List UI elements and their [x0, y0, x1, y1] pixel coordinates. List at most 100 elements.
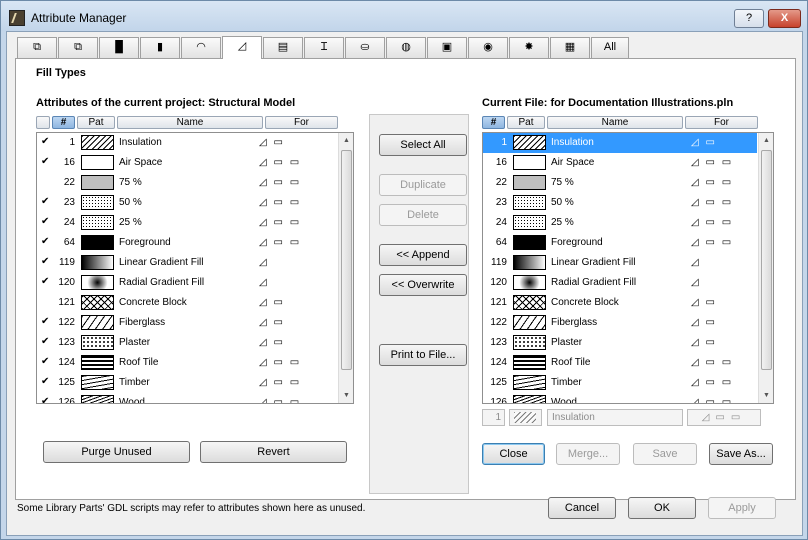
- tab-surfaces[interactable]: ◍: [386, 37, 426, 58]
- right-name-column-header[interactable]: Name: [547, 116, 683, 129]
- left-list-scrollbar[interactable]: ▲ ▼: [338, 133, 353, 403]
- edit-for-toggles[interactable]: ◿▭▭: [687, 409, 761, 426]
- tab-pens[interactable]: ▐▌: [99, 37, 139, 58]
- list-item[interactable]: 120 Radial Gradient Fill ◿: [483, 273, 757, 293]
- left-column-headers: # Pat Name For: [36, 116, 340, 129]
- merge-button[interactable]: Merge...: [556, 443, 620, 465]
- help-button[interactable]: ?: [734, 9, 764, 28]
- left-check-column-header[interactable]: [36, 116, 50, 129]
- scroll-down-arrow-icon[interactable]: ▼: [759, 388, 773, 403]
- tab-building-materials[interactable]: ⛀: [345, 37, 385, 58]
- list-item[interactable]: 24 25 % ◿ ▭ ▭: [483, 213, 757, 233]
- select-all-button[interactable]: Select All: [379, 134, 467, 156]
- fill-pattern-swatch: [513, 295, 546, 310]
- purge-unused-button[interactable]: Purge Unused: [43, 441, 190, 463]
- left-name-column-header[interactable]: Name: [117, 116, 263, 129]
- tab-profiles[interactable]: Ɪ: [304, 37, 344, 58]
- overwrite-button[interactable]: << Overwrite: [379, 274, 467, 296]
- list-item[interactable]: ✔ 24 25 % ◿ ▭ ▭: [37, 213, 337, 233]
- fill-name: Air Space: [551, 157, 595, 168]
- list-item[interactable]: ✔ 23 50 % ◿ ▭ ▭: [37, 193, 337, 213]
- save-as-button[interactable]: Save As...: [709, 443, 773, 465]
- print-to-file-button[interactable]: Print to File...: [379, 344, 467, 366]
- right-pat-column-header[interactable]: Pat: [507, 116, 545, 129]
- fill-usage-icons: ◿: [691, 277, 701, 288]
- list-item[interactable]: ✔ 125 Timber ◿ ▭ ▭: [37, 373, 337, 393]
- list-item[interactable]: ✔ 122 Fiberglass ◿ ▭: [37, 313, 337, 333]
- close-window-button[interactable]: X: [768, 9, 801, 28]
- revert-button[interactable]: Revert: [200, 441, 347, 463]
- tab-zone-categories[interactable]: ▣: [427, 37, 467, 58]
- footer-note: Some Library Parts' GDL scripts may refe…: [17, 503, 366, 514]
- list-item[interactable]: 122 Fiberglass ◿ ▭: [483, 313, 757, 333]
- list-item[interactable]: 126 Wood ◿ ▭ ▭: [483, 393, 757, 403]
- close-button[interactable]: Close: [482, 443, 545, 465]
- list-item[interactable]: ✔ 120 Radial Gradient Fill ◿: [37, 273, 337, 293]
- fill-pattern-swatch: [81, 315, 114, 330]
- fill-index: 1: [501, 137, 507, 148]
- right-num-column-header[interactable]: #: [482, 116, 505, 129]
- list-item[interactable]: ✔ 64 Foreground ◿ ▭ ▭: [37, 233, 337, 253]
- fill-pattern-swatch: [81, 135, 114, 150]
- scroll-up-arrow-icon[interactable]: ▲: [759, 133, 773, 148]
- tab-fill-1[interactable]: ◠: [181, 37, 221, 58]
- left-pat-column-header[interactable]: Pat: [77, 116, 115, 129]
- list-item[interactable]: ✔ 16 Air Space ◿ ▭ ▭: [37, 153, 337, 173]
- title-bar[interactable]: Attribute Manager ? X: [1, 1, 807, 31]
- window-title: Attribute Manager: [31, 11, 127, 25]
- left-attribute-list[interactable]: ▲ ▼ ✔ 1 Insulation ◿ ▭ ✔ 16 Air Space ◿ ▭ ▭ 22 75…: [36, 132, 354, 404]
- tab-linetypes[interactable]: ▮: [140, 37, 180, 58]
- list-item[interactable]: 119 Linear Gradient Fill ◿: [483, 253, 757, 273]
- list-item[interactable]: ✔ 1 Insulation ◿ ▭: [37, 133, 337, 153]
- right-attribute-list[interactable]: ▲ ▼ 1 Insulation ◿ ▭ 16 Air Space ◿ ▭ ▭ 22 75 %…: [482, 132, 774, 404]
- tab-layers[interactable]: ⧉: [17, 37, 57, 58]
- tab-fill-types[interactable]: ◿: [222, 36, 262, 59]
- right-for-column-header[interactable]: For: [685, 116, 758, 129]
- list-item[interactable]: 123 Plaster ◿ ▭: [483, 333, 757, 353]
- list-item[interactable]: 64 Foreground ◿ ▭ ▭: [483, 233, 757, 253]
- list-item[interactable]: 1 Insulation ◿ ▭: [483, 133, 757, 153]
- list-item[interactable]: 16 Air Space ◿ ▭ ▭: [483, 153, 757, 173]
- scroll-down-arrow-icon[interactable]: ▼: [339, 388, 353, 403]
- tab-composites[interactable]: ▤: [263, 37, 303, 58]
- fill-usage-icons: ◿ ▭ ▭: [259, 397, 302, 404]
- left-for-column-header[interactable]: For: [265, 116, 338, 129]
- list-item[interactable]: 22 75 % ◿ ▭ ▭: [483, 173, 757, 193]
- ok-button[interactable]: OK: [628, 497, 696, 519]
- list-item[interactable]: ✔ 123 Plaster ◿ ▭: [37, 333, 337, 353]
- tab-layer-combinations[interactable]: ⧉: [58, 37, 98, 58]
- list-item[interactable]: 23 50 % ◿ ▭ ▭: [483, 193, 757, 213]
- delete-button[interactable]: Delete: [379, 204, 467, 226]
- cancel-button[interactable]: Cancel: [548, 497, 616, 519]
- list-item[interactable]: ✔ 124 Roof Tile ◿ ▭ ▭: [37, 353, 337, 373]
- edit-pattern-field[interactable]: [509, 409, 542, 426]
- fill-name: 50 %: [551, 197, 574, 208]
- fill-name: 25 %: [119, 217, 142, 228]
- right-list-scrollbar[interactable]: ▲ ▼: [758, 133, 773, 403]
- list-item[interactable]: 121 Concrete Block ◿ ▭: [483, 293, 757, 313]
- scroll-thumb[interactable]: [341, 150, 352, 370]
- list-item[interactable]: 124 Roof Tile ◿ ▭ ▭: [483, 353, 757, 373]
- list-item[interactable]: 22 75 % ◿ ▭ ▭: [37, 173, 337, 193]
- list-item[interactable]: ✔ 119 Linear Gradient Fill ◿: [37, 253, 337, 273]
- append-button[interactable]: << Append: [379, 244, 467, 266]
- fill-pattern-swatch: [81, 375, 114, 390]
- scroll-up-arrow-icon[interactable]: ▲: [339, 133, 353, 148]
- apply-button[interactable]: Apply: [708, 497, 776, 519]
- save-button[interactable]: Save: [633, 443, 697, 465]
- left-num-column-header[interactable]: #: [52, 116, 75, 129]
- fill-pattern-swatch: [513, 355, 546, 370]
- fill-usage-icons: ◿ ▭: [259, 297, 285, 308]
- list-item[interactable]: ✔ 126 Wood ◿ ▭ ▭: [37, 393, 337, 404]
- tab-markup-styles[interactable]: ▦: [550, 37, 590, 58]
- list-item[interactable]: 125 Timber ◿ ▭ ▭: [483, 373, 757, 393]
- scroll-thumb[interactable]: [761, 150, 772, 370]
- tab-mep-systems[interactable]: ✸: [509, 37, 549, 58]
- tab-globe[interactable]: ◉: [468, 37, 508, 58]
- edit-name-field[interactable]: Insulation: [547, 409, 683, 426]
- tab-all[interactable]: All: [591, 37, 629, 58]
- list-item[interactable]: 121 Concrete Block ◿ ▭: [37, 293, 337, 313]
- duplicate-button[interactable]: Duplicate: [379, 174, 467, 196]
- fill-pattern-swatch: [513, 135, 546, 150]
- edit-num-field[interactable]: 1: [482, 409, 505, 426]
